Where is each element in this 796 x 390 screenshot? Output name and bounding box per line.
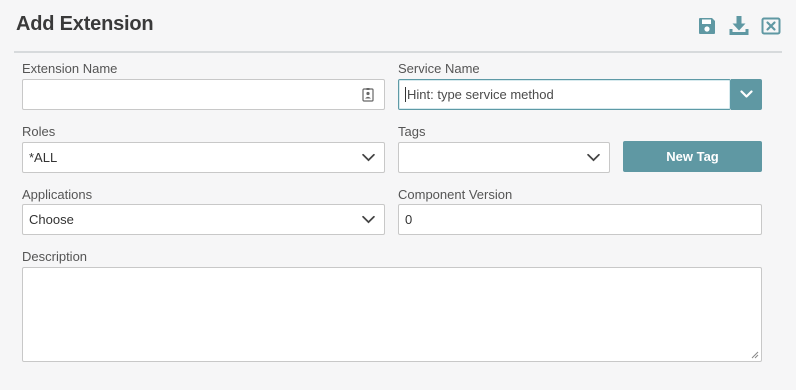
save-icon (699, 18, 715, 34)
download-button[interactable] (728, 15, 750, 37)
header-divider (14, 51, 782, 53)
add-extension-panel: Add Extension Extension Name Service Nam… (0, 0, 796, 390)
save-button[interactable] (696, 15, 718, 37)
download-icon (729, 16, 749, 35)
chevron-down-icon (362, 215, 375, 223)
extension-name-input[interactable] (22, 79, 385, 110)
applications-select[interactable]: Choose (22, 204, 385, 235)
chevron-down-icon (740, 90, 753, 98)
service-name-placeholder: Hint: type service method (407, 87, 554, 102)
text-cursor (405, 87, 406, 102)
contact-card-icon (362, 88, 374, 102)
toolbar (696, 15, 782, 37)
new-tag-button[interactable]: New Tag (623, 141, 762, 172)
roles-select[interactable]: *ALL (22, 142, 385, 173)
tags-select[interactable] (398, 142, 610, 173)
chevron-down-icon (587, 153, 600, 161)
component-version-value: 0 (405, 212, 413, 227)
close-icon (761, 17, 781, 35)
service-name-dropdown-button[interactable] (731, 79, 762, 110)
service-name-label: Service Name (398, 61, 480, 76)
applications-value: Choose (29, 212, 74, 227)
close-button[interactable] (760, 15, 782, 37)
page-title: Add Extension (16, 13, 154, 35)
service-name-input[interactable]: Hint: type service method (398, 79, 731, 110)
description-textarea[interactable] (22, 267, 762, 362)
roles-value: *ALL (29, 150, 58, 165)
component-version-label: Component Version (398, 187, 513, 202)
extension-name-label: Extension Name (22, 61, 118, 76)
tags-label: Tags (398, 124, 426, 139)
resize-grip-icon[interactable] (751, 351, 759, 359)
description-label: Description (22, 249, 88, 264)
roles-label: Roles (22, 124, 56, 139)
applications-label: Applications (22, 187, 93, 202)
chevron-down-icon (362, 153, 375, 161)
component-version-input[interactable]: 0 (398, 204, 762, 235)
